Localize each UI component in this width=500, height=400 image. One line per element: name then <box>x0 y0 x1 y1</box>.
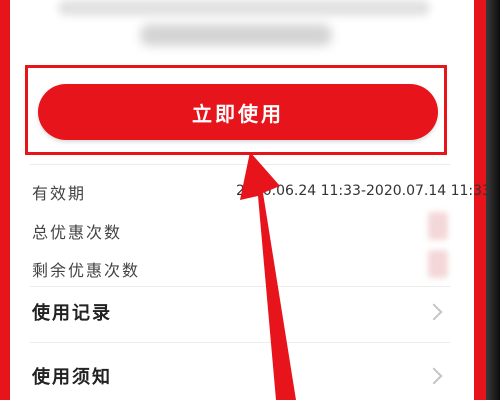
validity-value: 2020.06.24 11:33-2020.07.14 11:33 <box>236 183 491 199</box>
use-now-button[interactable]: 立即使用 <box>38 84 438 140</box>
blurred-coupon-subtitle <box>140 24 332 46</box>
total-uses-value <box>428 212 448 240</box>
total-uses-label: 总优惠次数 <box>32 223 123 242</box>
divider <box>30 164 450 165</box>
remaining-uses-label: 剩余优惠次数 <box>32 261 141 280</box>
usage-record-label: 使用记录 <box>32 303 112 324</box>
divider <box>30 342 450 343</box>
usage-notice-label: 使用须知 <box>32 367 112 388</box>
validity-label: 有效期 <box>32 184 87 203</box>
blurred-coupon-info <box>58 0 430 16</box>
screen-edge <box>486 0 500 400</box>
remaining-uses-value <box>428 250 448 278</box>
divider <box>30 286 450 287</box>
